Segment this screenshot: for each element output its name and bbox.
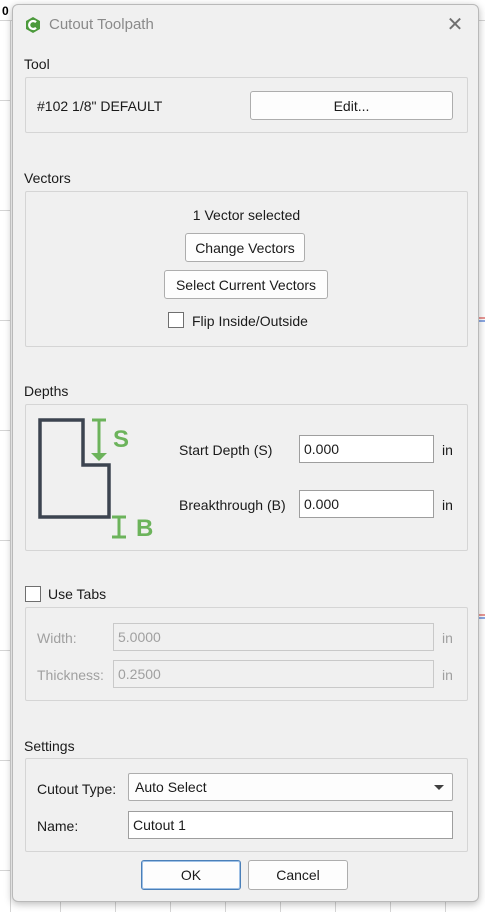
vector-selection-status: 1 Vector selected [192,207,301,223]
tab-thickness-value: 0.2500 [118,666,161,682]
tab-thickness-input[interactable]: 0.2500 [113,660,434,688]
select-current-vectors-button[interactable]: Select Current Vectors [164,270,328,299]
use-tabs-checkbox[interactable] [25,586,41,602]
cancel-button[interactable]: Cancel [248,860,348,890]
chevron-down-icon [434,785,444,790]
toolpath-name-value: Cutout 1 [133,817,186,833]
start-depth-unit: in [442,442,453,458]
toolpath-name-label: Name: [37,818,79,834]
breakthrough-label: Breakthrough (B) [179,497,286,513]
tab-width-value: 5.0000 [118,629,161,645]
canvas-origin-label: 0 [2,4,9,18]
tabs-group: Width: 5.0000 in Thickness: 0.2500 in [25,607,468,701]
settings-group: Cutout Type: Auto Select Name: Cutout 1 [25,758,468,852]
cutout-toolpath-dialog: Cutout Toolpath ✕ Tool #102 1/8" DEFAULT… [12,4,479,902]
breakthrough-unit: in [442,497,453,513]
start-depth-label: Start Depth (S) [179,442,273,458]
cutout-type-label: Cutout Type: [37,781,117,797]
tab-width-label: Width: [37,630,77,646]
tab-width-input[interactable]: 5.0000 [113,623,434,651]
start-depth-value: 0.000 [304,441,340,457]
dialog-title: Cutout Toolpath [49,16,154,33]
use-tabs-label: Use Tabs [48,586,107,602]
change-vectors-button[interactable]: Change Vectors [185,233,305,262]
flip-inside-outside-label: Flip Inside/Outside [192,313,308,329]
tab-thickness-label: Thickness: [37,667,104,683]
toolpath-name-input[interactable]: Cutout 1 [128,811,453,839]
vectors-group: 1 Vector selected Change Vectors Select … [25,191,468,347]
ok-button[interactable]: OK [141,860,241,890]
close-button[interactable]: ✕ [444,14,466,36]
title-bar[interactable]: Cutout Toolpath ✕ [13,5,478,43]
tab-thickness-unit: in [442,667,453,683]
tool-name: #102 1/8" DEFAULT [37,98,163,114]
cutout-type-select[interactable]: Auto Select [128,773,453,801]
depth-diagram: S B [38,418,153,541]
edit-tool-button[interactable]: Edit... [250,91,453,120]
diagram-start-letter: S [113,426,129,453]
tool-section-label: Tool [24,56,50,72]
start-depth-input[interactable]: 0.000 [299,435,434,463]
diagram-break-letter: B [136,515,153,541]
cutout-type-value: Auto Select [135,779,207,795]
breakthrough-input[interactable]: 0.000 [299,490,434,518]
breakthrough-value: 0.000 [304,496,340,512]
depths-group: S B Start Depth (S) 0.000 in Breakthroug… [25,404,468,551]
tab-width-unit: in [442,630,453,646]
app-logo-icon [26,17,40,33]
vectors-section-label: Vectors [24,170,71,186]
tool-group: #102 1/8" DEFAULT Edit... [25,77,468,133]
flip-inside-outside-checkbox[interactable] [168,312,184,328]
settings-section-label: Settings [24,738,75,754]
close-icon: ✕ [446,14,464,36]
depths-section-label: Depths [24,383,69,399]
